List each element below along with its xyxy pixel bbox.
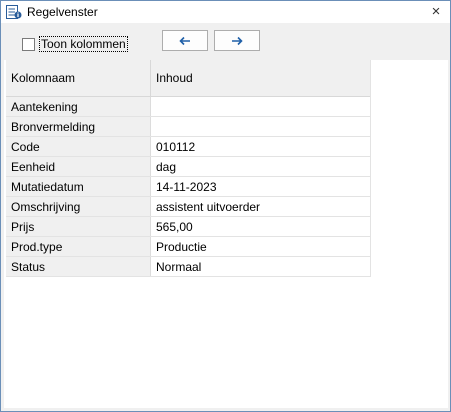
row-value: Normaal (156, 260, 202, 274)
row-value: dag (156, 160, 177, 174)
column-header-inhoud[interactable]: Inhoud (156, 71, 193, 85)
row-name: Eenheid (11, 160, 56, 174)
row-name: Bronvermelding (11, 120, 96, 134)
row-name: Prijs (11, 220, 35, 234)
table-row[interactable]: Omschrijving assistent uitvoerder (6, 197, 371, 217)
table-row[interactable]: Prijs 565,00 (6, 217, 371, 237)
row-name-cell: Status (6, 257, 151, 276)
column-header-kolomnaam[interactable]: Kolomnaam (11, 71, 75, 85)
row-name: Status (11, 260, 46, 274)
row-value: assistent uitvoerder (156, 200, 261, 214)
row-name: Code (11, 140, 40, 154)
row-name-cell: Code (6, 137, 151, 156)
row-name-cell: Eenheid (6, 157, 151, 176)
column-divider[interactable] (150, 60, 151, 96)
row-name: Aantekening (11, 100, 78, 114)
row-name-cell: Prod.type (6, 237, 151, 256)
row-name-cell: Omschrijving (6, 197, 151, 216)
row-value: 565,00 (156, 220, 193, 234)
row-name-cell: Prijs (6, 217, 151, 236)
row-name-cell: Mutatiedatum (6, 177, 151, 196)
window-title: Regelvenster (27, 5, 98, 19)
row-value: 14-11-2023 (156, 180, 217, 194)
row-value-cell[interactable]: Productie (151, 237, 370, 256)
table-row[interactable]: Eenheid dag (6, 157, 371, 177)
row-value-cell[interactable] (151, 117, 370, 136)
row-value: 010112 (156, 140, 196, 154)
row-name: Mutatiedatum (11, 180, 84, 194)
window-icon (6, 5, 22, 20)
previous-button[interactable] (162, 30, 208, 51)
next-button[interactable] (214, 30, 260, 51)
row-value-cell[interactable]: dag (151, 157, 370, 176)
row-value-cell[interactable]: 010112 (151, 137, 370, 156)
grid-header: Kolomnaam Inhoud (6, 60, 371, 97)
table-row[interactable]: Aantekening (6, 97, 371, 117)
table-row[interactable]: Mutatiedatum 14-11-2023 (6, 177, 371, 197)
row-name: Omschrijving (11, 200, 81, 214)
regelvenster-window: Regelvenster × Toon kolommen Kolomnaam I… (0, 0, 451, 412)
row-value-cell[interactable]: 14-11-2023 (151, 177, 370, 196)
row-value-cell[interactable] (151, 97, 370, 116)
table-row[interactable]: Prod.type Productie (6, 237, 371, 257)
row-value: Productie (156, 240, 207, 254)
table-row[interactable]: Status Normaal (6, 257, 371, 277)
table-row[interactable]: Bronvermelding (6, 117, 371, 137)
row-value-cell[interactable]: 565,00 (151, 217, 370, 236)
close-icon[interactable]: × (428, 3, 444, 20)
content-area: Kolomnaam Inhoud Aantekening Bronvermeld… (4, 60, 448, 408)
arrow-right-icon (232, 36, 243, 46)
title-bar: Regelvenster × (1, 1, 450, 23)
row-name: Prod.type (11, 240, 63, 254)
grid-border (370, 60, 371, 276)
table-row[interactable]: Code 010112 (6, 137, 371, 157)
row-name-cell: Bronvermelding (6, 117, 151, 136)
toon-kolommen-label[interactable]: Toon kolommen (39, 36, 128, 52)
row-value-cell[interactable]: assistent uitvoerder (151, 197, 370, 216)
row-value-cell[interactable]: Normaal (151, 257, 370, 276)
toon-kolommen-checkbox[interactable] (22, 38, 35, 51)
toolbar: Toon kolommen (1, 23, 450, 59)
row-name-cell: Aantekening (6, 97, 151, 116)
arrow-left-icon (179, 36, 190, 46)
